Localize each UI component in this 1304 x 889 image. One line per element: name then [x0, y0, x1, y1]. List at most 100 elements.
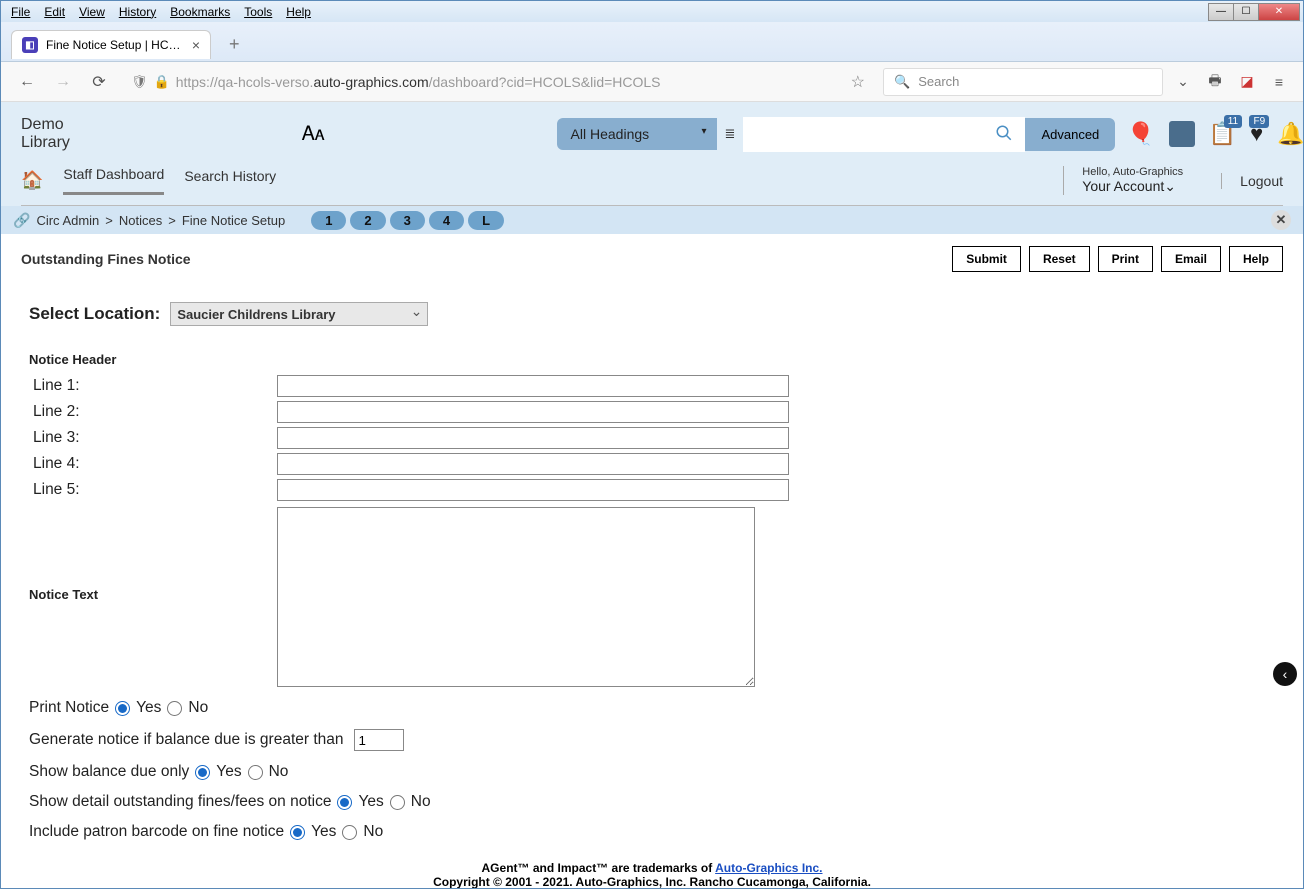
action-row: Outstanding Fines Notice Submit Reset Pr…: [1, 234, 1303, 272]
reset-button[interactable]: Reset: [1029, 246, 1090, 272]
window-close-button[interactable]: ✕: [1258, 3, 1300, 21]
breadcrumb: 🔗 Circ Admin > Notices > Fine Notice Set…: [1, 206, 1303, 234]
footer-link[interactable]: Auto-Graphics Inc.: [715, 861, 822, 875]
menu-tools[interactable]: Tools: [237, 4, 279, 20]
tab-close-icon[interactable]: ×: [192, 37, 200, 53]
library-name: Demo Library: [21, 116, 70, 152]
reload-button[interactable]: ⟳: [85, 68, 113, 96]
no-label: No: [188, 699, 208, 717]
page-header: Demo Library 🗛 All Headings ≣ Advanced 🎈…: [1, 102, 1303, 206]
pill-l[interactable]: L: [468, 211, 504, 230]
list-icon[interactable]: 📋11: [1209, 121, 1236, 147]
menu-bookmarks[interactable]: Bookmarks: [163, 4, 237, 20]
shield-ext-icon[interactable]: ◪: [1235, 70, 1259, 94]
include-barcode-yes-radio[interactable]: [290, 825, 305, 840]
line2-input[interactable]: [277, 401, 789, 423]
form: Select Location: Saucier Childrens Libra…: [1, 272, 1303, 851]
pill-1[interactable]: 1: [311, 211, 346, 230]
hamburger-menu-icon[interactable]: ≡: [1267, 70, 1291, 94]
new-tab-button[interactable]: +: [221, 30, 248, 59]
yes-label: Yes: [136, 699, 161, 717]
include-barcode-no-radio[interactable]: [342, 825, 357, 840]
lock-icon: 🔒: [154, 74, 170, 90]
pill-4[interactable]: 4: [429, 211, 464, 230]
close-icon[interactable]: ✕: [1271, 210, 1291, 230]
print-icon[interactable]: 🖶: [1203, 70, 1227, 94]
chevron-down-icon: ⌄: [1164, 178, 1176, 194]
url-text: https://qa-hcols-verso.auto-graphics.com…: [176, 74, 845, 90]
window-maximize-button[interactable]: ☐: [1233, 3, 1259, 21]
print-notice-label: Print Notice: [29, 699, 109, 717]
browser-tab[interactable]: ◧ Fine Notice Setup | HCOLS | hco ×: [11, 30, 211, 59]
bookmark-star-icon[interactable]: ☆: [851, 72, 865, 92]
submit-button[interactable]: Submit: [952, 246, 1021, 272]
crumb-notices[interactable]: Notices: [119, 213, 162, 228]
crumb-circ-admin[interactable]: Circ Admin: [36, 213, 99, 228]
crumb-sep: >: [105, 213, 113, 228]
logout-link[interactable]: Logout: [1221, 173, 1283, 189]
search-icon: 🔍: [894, 74, 910, 90]
menu-file[interactable]: File: [4, 4, 37, 20]
pill-2[interactable]: 2: [350, 211, 385, 230]
bell-icon[interactable]: 🔔: [1277, 121, 1303, 147]
notice-text-label: Notice Text: [29, 507, 277, 687]
menu-edit[interactable]: Edit: [37, 4, 72, 20]
balance-threshold-input[interactable]: [354, 729, 404, 751]
pocket-icon[interactable]: ⌄: [1171, 70, 1195, 94]
line5-label: Line 5:: [29, 481, 277, 499]
balloon-icon[interactable]: 🎈: [1127, 121, 1154, 147]
show-detail-no-radio[interactable]: [390, 795, 405, 810]
print-notice-yes-radio[interactable]: [115, 701, 130, 716]
help-button[interactable]: Help: [1229, 246, 1283, 272]
footer-copyright: Copyright © 2001 - 2021. Auto-Graphics, …: [433, 875, 871, 888]
catalog-search-button[interactable]: [983, 117, 1025, 152]
url-toolbar: ← → ⟳ 🛡 🔒 https://qa-hcols-verso.auto-gr…: [1, 62, 1303, 102]
print-button[interactable]: Print: [1098, 246, 1153, 272]
yes-label: Yes: [311, 823, 336, 841]
home-icon[interactable]: 🏠: [21, 170, 43, 191]
pill-3[interactable]: 3: [390, 211, 425, 230]
no-label: No: [411, 793, 431, 811]
line5-input[interactable]: [277, 479, 789, 501]
catalog-search-input[interactable]: [743, 117, 983, 152]
location-select[interactable]: Saucier Childrens Library: [170, 302, 428, 326]
line3-input[interactable]: [277, 427, 789, 449]
menu-help[interactable]: Help: [279, 4, 318, 20]
window-minimize-button[interactable]: —: [1208, 3, 1234, 21]
line1-input[interactable]: [277, 375, 789, 397]
your-account-label: Your Account: [1082, 178, 1164, 194]
print-notice-no-radio[interactable]: [167, 701, 182, 716]
account-menu[interactable]: Hello, Auto-Graphics Your Account⌄: [1063, 166, 1201, 195]
advanced-search-link[interactable]: Advanced: [1025, 118, 1115, 151]
link-icon: 🔗: [13, 212, 30, 229]
line2-label: Line 2:: [29, 403, 277, 421]
back-button[interactable]: ←: [13, 68, 41, 96]
search-placeholder: Search: [918, 74, 959, 89]
tab-strip: ◧ Fine Notice Setup | HCOLS | hco × +: [1, 22, 1303, 62]
email-button[interactable]: Email: [1161, 246, 1221, 272]
url-bar[interactable]: 🛡 🔒 https://qa-hcols-verso.auto-graphics…: [121, 67, 875, 97]
database-icon[interactable]: ≣: [717, 118, 744, 150]
show-detail-yes-radio[interactable]: [337, 795, 352, 810]
badge-count: 11: [1224, 115, 1242, 128]
line4-input[interactable]: [277, 453, 789, 475]
page-content: Demo Library 🗛 All Headings ≣ Advanced 🎈…: [1, 102, 1303, 888]
show-balance-yes-radio[interactable]: [195, 765, 210, 780]
forward-button[interactable]: →: [49, 68, 77, 96]
menu-view[interactable]: View: [72, 4, 112, 20]
tab-favicon-icon: ◧: [22, 37, 38, 53]
scan-icon[interactable]: [1169, 121, 1195, 147]
favorites-icon[interactable]: ♥F9: [1250, 121, 1263, 147]
show-balance-no-radio[interactable]: [248, 765, 263, 780]
no-label: No: [363, 823, 383, 841]
browser-search-box[interactable]: 🔍 Search: [883, 68, 1163, 96]
side-panel-toggle[interactable]: ‹: [1273, 662, 1297, 686]
search-type-select[interactable]: All Headings: [557, 118, 717, 150]
nav-staff-dashboard[interactable]: Staff Dashboard: [63, 166, 164, 195]
translate-icon[interactable]: 🗛: [302, 123, 325, 146]
menu-history[interactable]: History: [112, 4, 163, 20]
notice-text-textarea[interactable]: [277, 507, 755, 687]
location-label: Select Location:: [29, 304, 160, 324]
yes-label: Yes: [216, 763, 241, 781]
nav-search-history[interactable]: Search History: [184, 168, 276, 194]
